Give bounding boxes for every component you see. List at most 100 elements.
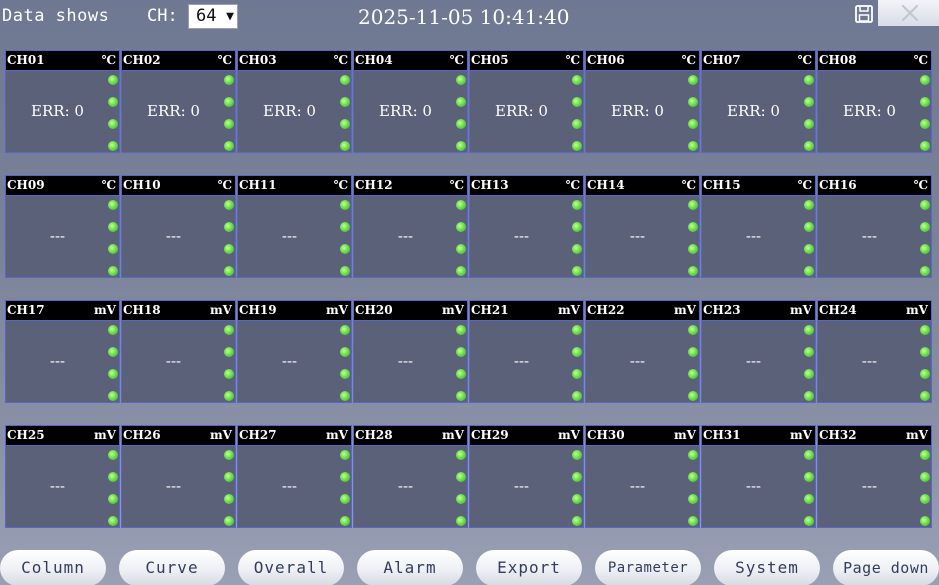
status-led-icon — [108, 347, 118, 357]
channel-panel[interactable]: CH16 ℃ --- — [817, 175, 932, 278]
channel-panel[interactable]: CH17 mV --- — [5, 300, 120, 403]
status-led-icon — [804, 325, 814, 335]
channel-panel[interactable]: CH23 mV --- — [701, 300, 816, 403]
channel-count-label: CH: — [147, 6, 178, 26]
status-led-icon — [456, 244, 466, 254]
status-led-icon — [920, 472, 930, 482]
channel-unit: mV — [673, 303, 696, 317]
status-led-icon — [224, 325, 234, 335]
channel-name: CH16 — [819, 178, 857, 192]
status-led-icon — [224, 222, 234, 232]
channel-panel[interactable]: CH12 ℃ --- — [353, 175, 468, 278]
channel-header: CH03 ℃ — [238, 51, 351, 71]
status-leds — [688, 75, 698, 151]
status-led-icon — [456, 141, 466, 151]
channel-unit: ℃ — [681, 53, 696, 67]
status-led-icon — [920, 347, 930, 357]
status-leds — [340, 325, 350, 401]
status-leds — [224, 200, 234, 276]
curve-button[interactable]: Curve — [119, 550, 225, 585]
channel-panel[interactable]: CH29 mV --- — [469, 425, 584, 528]
status-led-icon — [456, 516, 466, 526]
close-button[interactable] — [878, 0, 939, 26]
channel-panel[interactable]: CH09 ℃ --- — [5, 175, 120, 278]
channel-name: CH05 — [471, 53, 509, 67]
channel-panel[interactable]: CH10 ℃ --- — [121, 175, 236, 278]
save-icon[interactable] — [853, 3, 875, 25]
channel-name: CH31 — [703, 428, 741, 442]
channel-name: CH13 — [471, 178, 509, 192]
channel-name: CH27 — [239, 428, 277, 442]
channel-panel[interactable]: CH06 ℃ ERR: 0 — [585, 50, 700, 153]
channel-panel[interactable]: CH04 ℃ ERR: 0 — [353, 50, 468, 153]
channel-panel[interactable]: CH01 ℃ ERR: 0 — [5, 50, 120, 153]
status-led-icon — [688, 494, 698, 504]
channel-header: CH23 mV — [702, 301, 815, 321]
parameter-button[interactable]: Parameter — [595, 550, 701, 585]
channel-panel[interactable]: CH13 ℃ --- — [469, 175, 584, 278]
channel-panel[interactable]: CH19 mV --- — [237, 300, 352, 403]
status-led-icon — [108, 391, 118, 401]
channel-panel[interactable]: CH30 mV --- — [585, 425, 700, 528]
status-led-icon — [688, 200, 698, 210]
channel-panel[interactable]: CH05 ℃ ERR: 0 — [469, 50, 584, 153]
channel-panel[interactable]: CH25 mV --- — [5, 425, 120, 528]
channel-panel[interactable]: CH21 mV --- — [469, 300, 584, 403]
status-leds — [572, 450, 582, 526]
export-button[interactable]: Export — [476, 550, 582, 585]
channel-value: --- — [513, 477, 530, 495]
channel-unit: ℃ — [565, 178, 580, 192]
status-led-icon — [456, 200, 466, 210]
channel-row: CH17 mV --- CH18 mV --- CH19 mV --- CH20 mV --- CH21… — [5, 300, 933, 404]
status-leds — [340, 450, 350, 526]
channel-name: CH08 — [819, 53, 857, 67]
status-led-icon — [920, 391, 930, 401]
channel-panel[interactable]: CH11 ℃ --- — [237, 175, 352, 278]
status-led-icon — [224, 516, 234, 526]
channel-panel[interactable]: CH15 ℃ --- — [701, 175, 816, 278]
channel-panel[interactable]: CH32 mV --- — [817, 425, 932, 528]
system-button[interactable]: System — [714, 550, 820, 585]
channel-name: CH26 — [123, 428, 161, 442]
channel-panel[interactable]: CH07 ℃ ERR: 0 — [701, 50, 816, 153]
column-button[interactable]: Column — [0, 550, 106, 585]
status-leds — [224, 75, 234, 151]
channel-name: CH10 — [123, 178, 161, 192]
status-led-icon — [224, 244, 234, 254]
status-leds — [456, 450, 466, 526]
channel-unit: mV — [789, 303, 812, 317]
status-led-icon — [340, 266, 350, 276]
channel-panel[interactable]: CH14 ℃ --- — [585, 175, 700, 278]
channel-panel[interactable]: CH22 mV --- — [585, 300, 700, 403]
channel-panel[interactable]: CH26 mV --- — [121, 425, 236, 528]
status-leds — [456, 75, 466, 151]
channel-panel[interactable]: CH02 ℃ ERR: 0 — [121, 50, 236, 153]
channel-count-value: 64 — [196, 6, 217, 26]
channel-count-select[interactable]: 64 ▼ — [188, 4, 238, 29]
channel-panel[interactable]: CH31 mV --- — [701, 425, 816, 528]
channel-unit: mV — [557, 303, 580, 317]
status-leds — [688, 450, 698, 526]
overall-button[interactable]: Overall — [238, 550, 344, 585]
channel-panel[interactable]: CH20 mV --- — [353, 300, 468, 403]
channel-name: CH17 — [7, 303, 45, 317]
channel-name: CH19 — [239, 303, 277, 317]
channel-panel[interactable]: CH24 mV --- — [817, 300, 932, 403]
status-leds — [340, 75, 350, 151]
status-leds — [920, 450, 930, 526]
channel-unit: ℃ — [913, 53, 928, 67]
channel-panel[interactable]: CH18 mV --- — [121, 300, 236, 403]
channel-panel[interactable]: CH28 mV --- — [353, 425, 468, 528]
datetime-display: 2025-11-05 10:41:40 — [358, 5, 570, 29]
alarm-button[interactable]: Alarm — [357, 550, 463, 585]
channel-panel[interactable]: CH27 mV --- — [237, 425, 352, 528]
channel-name: CH21 — [471, 303, 509, 317]
channel-panel[interactable]: CH03 ℃ ERR: 0 — [237, 50, 352, 153]
channel-panel[interactable]: CH08 ℃ ERR: 0 — [817, 50, 932, 153]
channel-unit: mV — [673, 428, 696, 442]
channel-header: CH16 ℃ — [818, 176, 931, 196]
page-down-button[interactable]: Page down — [833, 550, 939, 585]
channel-unit: ℃ — [449, 178, 464, 192]
status-led-icon — [456, 222, 466, 232]
status-led-icon — [108, 97, 118, 107]
